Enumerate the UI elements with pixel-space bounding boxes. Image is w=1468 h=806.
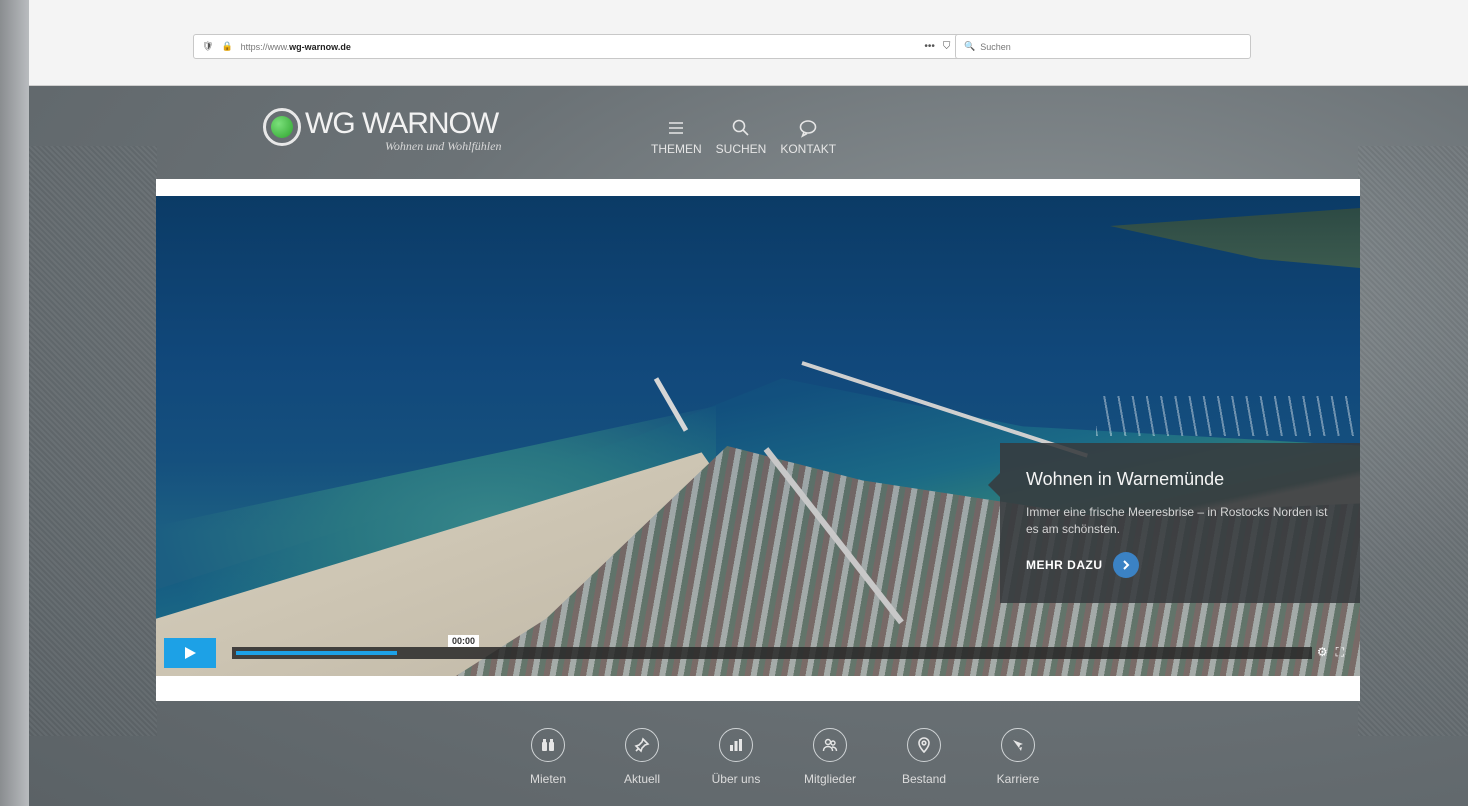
chart-icon (730, 739, 742, 751)
shield-icon: 🛡 (202, 41, 214, 51)
binoculars-icon (542, 739, 554, 751)
nav-karriere[interactable]: Karriere (971, 728, 1065, 786)
nav-suchen[interactable]: SUCHEN (716, 118, 766, 156)
logo-tagline: Wohnen und Wohlfühlen (385, 139, 502, 153)
teaser-title: Wohnen in Warnemünde (1026, 469, 1225, 489)
play-button[interactable] (164, 638, 216, 668)
rocket-icon (1013, 740, 1023, 751)
url-text[interactable]: https://www.wg-warnow.de (241, 42, 917, 52)
search-icon (732, 119, 749, 136)
location-icon (918, 737, 930, 753)
settings-icon[interactable]: ⚙ (1317, 645, 1328, 660)
play-icon (185, 647, 196, 659)
mehr-dazu-link[interactable]: MEHR DAZU (1026, 552, 1334, 578)
browser-toolbar: 🛡 🔒 https://www.wg-warnow.de ••• ⛉ ★ 🔍 S… (29, 0, 1468, 86)
top-nav: THEMEN SUCHEN KONTAKT (651, 118, 836, 156)
nav-aktuell[interactable]: Aktuell (595, 728, 689, 786)
pin-icon (634, 737, 650, 753)
hero-video[interactable]: Wohnen in Warnemünde Immer eine frische … (156, 196, 1360, 676)
lock-icon: 🔒 (221, 41, 233, 51)
logo-name: WG WARNOW (305, 107, 499, 140)
chevron-right-icon (1112, 552, 1139, 578)
pocket-icon[interactable]: ⛉ (943, 41, 951, 52)
more-icon[interactable]: ••• (924, 41, 935, 52)
nav-themen[interactable]: THEMEN (651, 118, 702, 156)
hero-teaser: Wohnen in Warnemünde Immer eine frische … (988, 443, 1360, 603)
window-frame-left (0, 0, 29, 806)
nav-mitglieder[interactable]: Mitglieder (783, 728, 877, 786)
teaser-text: Immer eine frische Meeresbrise – in Rost… (1026, 505, 1328, 536)
nav-mieten[interactable]: Mieten (501, 728, 595, 786)
progress-bar[interactable]: 00:00 (232, 635, 1312, 659)
chat-icon (799, 120, 817, 138)
logo-mark-icon (263, 108, 301, 146)
search-placeholder: Suchen (980, 41, 1011, 52)
fullscreen-icon[interactable]: ⛶ (1336, 645, 1344, 660)
nav-bestand[interactable]: Bestand (877, 728, 971, 786)
website: WG WARNOW Wohnen und Wohlfühlen THEMEN S… (29, 86, 1468, 806)
nav-ueber-uns[interactable]: Über uns (689, 728, 783, 786)
nav-kontakt[interactable]: KONTAKT (780, 118, 836, 156)
progress-fill (236, 651, 397, 655)
site-logo[interactable]: WG WARNOW Wohnen und Wohlfühlen (263, 108, 501, 154)
menu-icon (669, 122, 684, 134)
users-icon (822, 738, 838, 752)
time-display: 00:00 (448, 635, 480, 647)
video-controls: 00:00 ⚙ ⛶ (164, 635, 1352, 668)
search-icon: 🔍 (964, 41, 976, 51)
address-bar[interactable]: 🛡 🔒 https://www.wg-warnow.de ••• ⛉ ★ (193, 34, 979, 59)
browser-search-field[interactable]: 🔍 Suchen (955, 34, 1251, 59)
bottom-nav: Mieten Aktuell Über uns Mitglieder Besta… (501, 728, 1065, 786)
hero-video-frame: Wohnen in Warnemünde Immer eine frische … (156, 179, 1360, 701)
